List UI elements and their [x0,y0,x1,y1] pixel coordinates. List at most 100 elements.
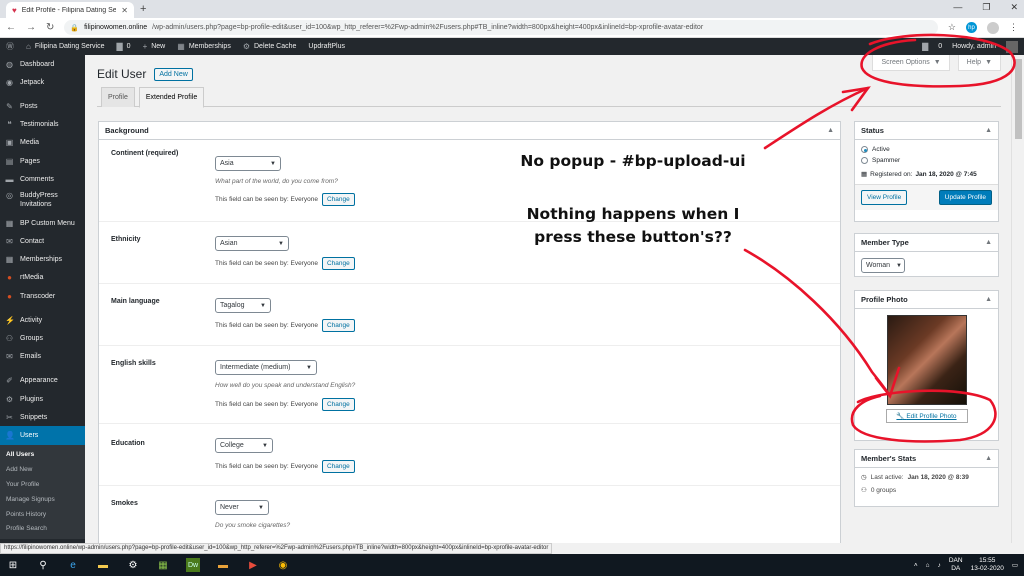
site-name-link[interactable]: ⌂ Filipina Dating Service [26,42,105,51]
sidebar-item-testimonials[interactable]: ❝ Testimonials [0,116,85,134]
folder-icon[interactable]: ▬ [216,558,230,572]
memberships-bar-icon: ▦ [177,42,185,51]
sidebar-item-label: Plugins [20,395,43,403]
system-clock[interactable]: 15:55 13-02-2020 [971,557,1004,573]
sidebar-item-bp-custom-menu[interactable]: ▦ BP Custom Menu [0,214,85,232]
sidebar-item-snippets[interactable]: ✂ Snippets [0,408,85,426]
scrollbar-thumb[interactable] [1015,59,1022,139]
hp-extension-icon[interactable]: hp [966,22,977,33]
update-profile-button[interactable]: Update Profile [938,190,992,205]
edge-icon[interactable]: e [66,558,80,572]
sidebar-item-posts[interactable]: ✎ Posts [0,97,85,115]
edit-profile-photo-link[interactable]: 🔧 Edit Profile Photo [885,409,968,423]
sidebar-item-label: BP Custom Menu [20,219,75,227]
sidebar-item-label: Pages [20,157,40,165]
network-icon[interactable]: ⌂ [926,562,930,569]
submenu-your-profile[interactable]: Your Profile [0,477,85,492]
submenu-add-new[interactable]: Add New [0,462,85,477]
add-new-button[interactable]: Add New [154,67,193,81]
change-visibility-button[interactable]: Change [321,257,355,270]
terminal-icon[interactable]: ▦ [156,558,170,572]
reload-icon[interactable]: ↻ [46,22,54,33]
submenu-all-users[interactable]: All Users [0,448,85,463]
sidebar-item-pages[interactable]: ▤ Pages [0,152,85,170]
language-select[interactable]: Tagalog ▼ [215,298,271,313]
education-select[interactable]: College ▼ [215,438,273,453]
tray-chevron-icon[interactable]: ˄ [914,562,918,569]
sidebar-item-jetpack[interactable]: ◉ Jetpack [0,73,85,91]
sidebar-item-transcoder[interactable]: ● Transcoder [0,287,85,305]
volume-icon[interactable]: ♪ [938,562,941,569]
page-scrollbar[interactable] [1011,55,1024,543]
settings-gear-icon[interactable]: ⚙ [126,558,140,572]
browser-tab[interactable]: ♥ Edit Profile - Filipina Dating Servi ✕ [6,2,134,18]
sidebar-item-appearance[interactable]: ✐ Appearance [0,372,85,390]
menu-dots-icon[interactable]: ⋮ [1009,22,1018,33]
ethnicity-select[interactable]: Asian ▼ [215,236,289,251]
howdy-label[interactable]: Howdy, admin [952,43,996,50]
smokes-select[interactable]: Never ▼ [215,500,269,515]
media-player-icon[interactable]: ▶ [246,558,260,572]
tab-extended-profile[interactable]: Extended Profile [138,87,205,108]
sidebar-item-media[interactable]: ▣ Media [0,134,85,152]
radio-spammer[interactable]: Spammer [861,157,992,164]
memberships-link[interactable]: ▦ Memberships [177,42,231,51]
help-button[interactable]: Help ▼ [957,55,1001,71]
language-indicator[interactable]: DAN DA [949,557,963,573]
profile-avatar-icon[interactable] [987,21,999,34]
sidebar-item-memberships[interactable]: ▦ Memberships [0,251,85,269]
new-tab-icon[interactable]: + [140,3,146,15]
sidebar-item-users[interactable]: 👤 Users [0,426,85,445]
close-window-icon[interactable]: ✕ [1010,2,1018,13]
collapse-arrow-icon[interactable]: ▲ [985,455,992,462]
new-content-link[interactable]: + New [143,42,166,51]
collapse-arrow-icon[interactable]: ▲ [985,127,992,134]
english-skills-select[interactable]: Intermediate (medium) ▼ [215,360,317,375]
chrome-icon[interactable]: ◉ [276,558,290,572]
delete-cache-link[interactable]: ⚙ Delete Cache [243,42,297,51]
comments-link[interactable]: ▇ 0 [117,42,131,51]
submenu-profile-search[interactable]: Profile Search [0,522,85,537]
screen-options-button[interactable]: Screen Options ▼ [872,55,950,71]
change-visibility-button[interactable]: Change [321,319,355,332]
sidebar-item-buddypress-invitations[interactable]: ◎ BuddyPress Invitations [0,188,85,214]
sidebar-item-emails[interactable]: ✉ Emails [0,348,85,366]
sidebar-item-comments[interactable]: ▬ Comments [0,170,85,188]
radio-active[interactable]: Active [861,146,992,153]
submenu-manage-signups[interactable]: Manage Signups [0,492,85,507]
notifications-icon[interactable]: ▭ [1012,561,1018,569]
change-visibility-button[interactable]: Change [321,193,355,206]
sidebar-item-plugins[interactable]: ⚙ Plugins [0,390,85,408]
sidebar-item-dashboard[interactable]: ◍ Dashboard [0,55,85,73]
member-type-header: Member Type ▲ [855,234,998,252]
collapse-arrow-icon[interactable]: ▲ [985,296,992,303]
updraftplus-link[interactable]: UpdraftPlus [308,43,345,50]
sidebar-item-contact[interactable]: ✉ Contact [0,233,85,251]
bookmark-star-icon[interactable]: ☆ [948,22,956,33]
member-type-select[interactable]: Woman ▼ [861,258,905,273]
tab-profile[interactable]: Profile [101,87,135,107]
url-field[interactable]: 🔒 filipinowomen.online/wp-admin/users.ph… [64,20,938,35]
notification-icon[interactable]: ▇ [922,42,928,51]
search-icon[interactable]: ⚲ [36,558,50,572]
collapse-arrow-icon[interactable]: ▲ [985,239,992,246]
restore-icon[interactable]: ❐ [982,2,990,13]
change-visibility-button[interactable]: Change [321,398,355,411]
windows-start-icon[interactable]: ⊞ [6,558,20,572]
dreamweaver-icon[interactable]: Dw [186,558,200,572]
continent-select[interactable]: Asia ▼ [215,156,281,171]
minimize-icon[interactable]: — [953,2,962,13]
sidebar-item-rtmedia[interactable]: ● rtMedia [0,269,85,287]
sidebar-item-groups[interactable]: ⚇ Groups [0,329,85,347]
forward-icon[interactable]: → [26,22,36,33]
change-visibility-button[interactable]: Change [321,460,355,473]
collapse-arrow-icon[interactable]: ▲ [827,127,834,134]
user-avatar[interactable] [1006,40,1018,53]
wordpress-logo-icon[interactable]: Ⓦ [6,41,14,52]
submenu-points-history[interactable]: Points History [0,507,85,522]
view-profile-button[interactable]: View Profile [861,190,908,205]
file-explorer-icon[interactable]: ▬ [96,558,110,572]
back-icon[interactable]: ← [6,22,16,33]
close-tab-icon[interactable]: ✕ [121,6,128,15]
sidebar-item-activity[interactable]: ⚡ Activity [0,311,85,329]
